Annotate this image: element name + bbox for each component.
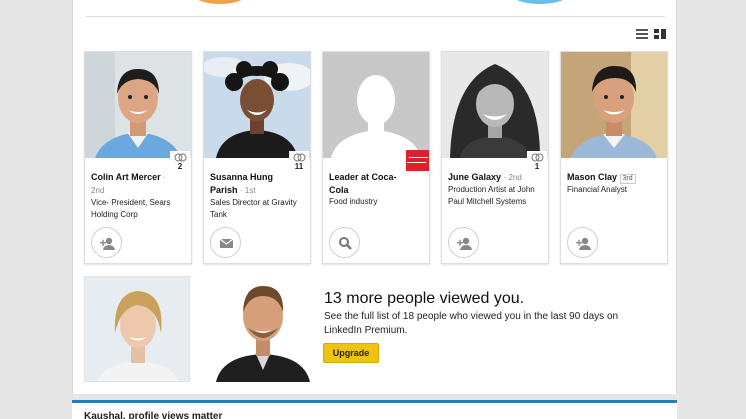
viewer-name-text[interactable]: Colin Art Mercer (91, 172, 161, 182)
add-connection-button[interactable] (448, 227, 479, 258)
viewer-name-text[interactable]: June Galaxy (448, 172, 501, 182)
viewer-card-june[interactable]: 1 June Galaxy · 2nd Production Artist at… (441, 51, 549, 264)
shared-connections-count: 11 (294, 162, 304, 171)
anonymous-profile-photo (323, 52, 429, 158)
viewer-title: Food industry (329, 197, 378, 206)
more-viewers-title: 13 more people viewed you. (324, 290, 525, 307)
list-view-icon[interactable] (636, 29, 648, 39)
grid-view-icon[interactable] (654, 29, 666, 39)
viewer-name[interactable]: Mason Clay 3rd (567, 171, 653, 184)
search-button[interactable] (329, 227, 360, 258)
upgrade-button[interactable]: Upgrade (323, 343, 379, 363)
blurred-viewer-photo (210, 276, 316, 382)
degree-text: 2nd (91, 186, 105, 195)
viewer-name[interactable]: Colin Art Mercer · 2nd (91, 171, 177, 197)
add-connection-button[interactable] (91, 227, 122, 258)
section-heading: Kaushal, profile views matter (84, 411, 223, 419)
viewer-name-text[interactable]: Mason Clay (567, 172, 617, 182)
shared-connections-icon (531, 153, 543, 162)
viewer-title: Financial Analyst (567, 185, 628, 194)
viewer-title: Sales Director at Gravity Tank (210, 198, 297, 219)
viewer-name[interactable]: Susanna Hung Parish · 1st (210, 171, 296, 197)
profile-photo[interactable] (442, 52, 548, 158)
profile-photo[interactable] (204, 52, 310, 158)
main-panel: 2 Colin Art Mercer · 2nd Vice- President… (72, 0, 677, 394)
send-message-button[interactable] (210, 227, 241, 258)
top-decoration-blue (509, 0, 571, 4)
degree-text: 1st (244, 186, 256, 195)
shared-connections-icon (293, 153, 305, 162)
viewer-name-text[interactable]: Leader at Coca-Cola (329, 172, 397, 195)
profile-photo[interactable] (561, 52, 667, 158)
shared-connections-count: 1 (534, 162, 540, 171)
profile-views-section: Kaushal, profile views matter (72, 400, 677, 419)
shared-connections-icon (174, 153, 186, 162)
viewer-name[interactable]: June Galaxy · 2nd (448, 171, 534, 184)
connection-degree: · 1st (240, 186, 256, 195)
top-decoration-orange (191, 0, 249, 4)
coca-cola-logo (406, 150, 429, 171)
viewer-card-colin[interactable]: 2 Colin Art Mercer · 2nd Vice- President… (84, 51, 192, 264)
search-icon (339, 237, 352, 250)
divider (86, 16, 665, 17)
viewer-name[interactable]: Leader at Coca-Cola (329, 171, 415, 197)
add-connection-icon (100, 237, 115, 250)
connection-degree: 3rd (619, 174, 636, 184)
viewer-card-coca-cola[interactable]: Leader at Coca-Cola Food industry (322, 51, 430, 264)
connection-degree: · 2nd (503, 173, 522, 182)
profile-photo[interactable] (85, 52, 191, 158)
viewer-card-mason[interactable]: Mason Clay 3rd Financial Analyst (560, 51, 668, 264)
degree-text: 2nd (508, 173, 522, 182)
viewer-title: Production Artist at John Paul Mitchell … (448, 185, 535, 206)
viewer-card-susanna[interactable]: 11 Susanna Hung Parish · 1st Sales Direc… (203, 51, 311, 264)
viewer-title: Vice- President, Sears Holding Corp (91, 198, 171, 219)
add-connection-icon (457, 237, 472, 250)
blurred-viewer-photo (84, 276, 190, 382)
shared-connections-count: 2 (177, 162, 183, 171)
add-connection-icon (576, 237, 591, 250)
message-icon (219, 238, 234, 248)
add-connection-button[interactable] (567, 227, 598, 258)
more-viewers-description: See the full list of 18 people who viewe… (324, 311, 619, 336)
